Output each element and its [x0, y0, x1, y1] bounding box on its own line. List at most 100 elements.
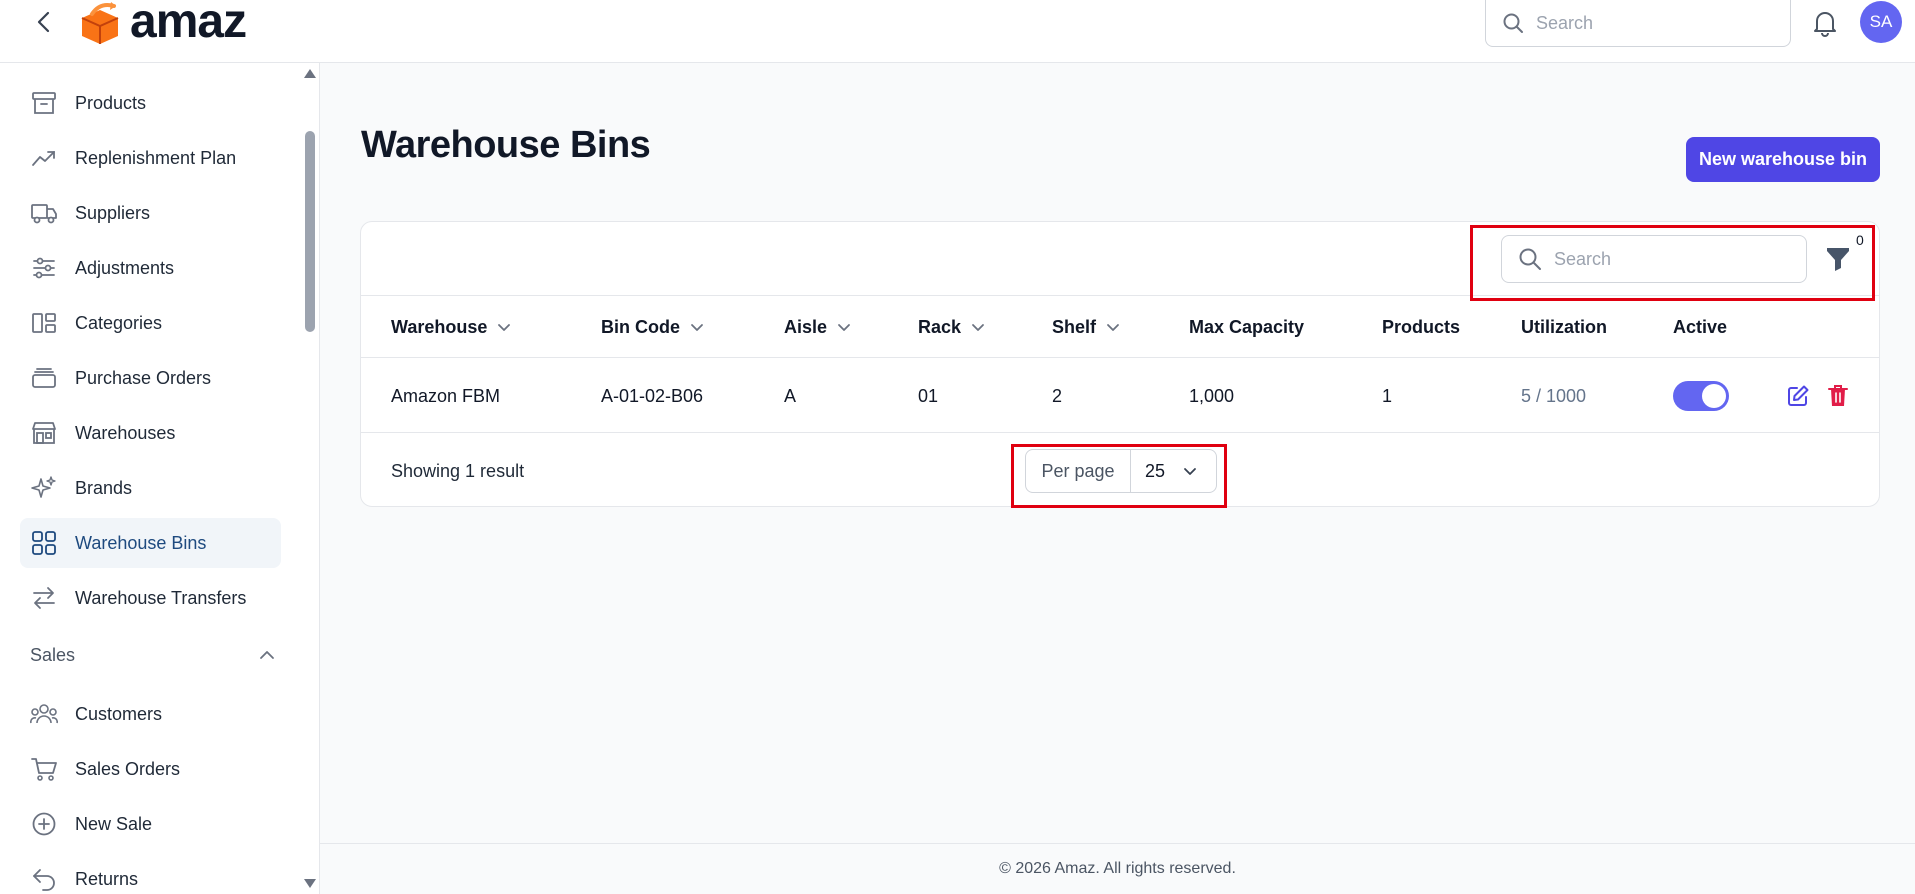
- global-search[interactable]: [1485, 0, 1791, 47]
- sidebar-item-label: Returns: [75, 868, 139, 889]
- chevron-down-icon: [498, 323, 511, 331]
- copyright-text: © 2026 Amaz. All rights reserved.: [999, 860, 1236, 877]
- sidebar-item-label: Customers: [75, 703, 163, 724]
- per-page-label: Per page: [1026, 450, 1131, 492]
- top-bar: amaz SA: [0, 0, 1915, 63]
- sidebar-item-brands[interactable]: Brands: [20, 463, 281, 513]
- column-header-bin-code[interactable]: Bin Code: [601, 296, 704, 358]
- sidebar-item-label: Adjustments: [75, 257, 175, 278]
- arrow-uturn-left-icon: [30, 865, 58, 893]
- table-row[interactable]: Amazon FBM A-01-02-B06 A 01 2 1,000 1 5 …: [361, 359, 1879, 433]
- table-footer: Showing 1 result Per page 25: [361, 434, 1879, 508]
- sidebar-item-label: Warehouse Transfers: [75, 587, 247, 608]
- notifications-button[interactable]: [1810, 8, 1840, 38]
- column-header-products: Products: [1382, 296, 1460, 358]
- per-page-select[interactable]: 25: [1131, 450, 1216, 492]
- sidebar-item-categories[interactable]: Categories: [20, 298, 281, 348]
- cell-actions: [1784, 359, 1852, 433]
- sidebar-scrollbar-thumb[interactable]: [305, 131, 315, 332]
- sidebar-item-warehouse-bins[interactable]: Warehouse Bins: [20, 518, 281, 568]
- chevron-down-icon: [972, 323, 984, 331]
- sidebar-item-products[interactable]: Products: [20, 78, 281, 128]
- search-icon: [1519, 248, 1541, 270]
- column-header-aisle[interactable]: Aisle: [784, 296, 851, 358]
- chevron-down-icon: [691, 323, 703, 331]
- cell-warehouse: Amazon FBM: [391, 385, 501, 406]
- trending-up-icon: [30, 144, 58, 172]
- sidebar-item-replenishment-plan[interactable]: Replenishment Plan: [20, 133, 281, 183]
- cell-products: 1: [1382, 385, 1393, 406]
- cell-bin-code: A-01-02-B06: [601, 385, 704, 406]
- filter-count-badge: 0: [1856, 232, 1864, 248]
- column-header-utilization: Utilization: [1521, 296, 1607, 358]
- sidebar-item-warehouse-transfers[interactable]: Warehouse Transfers: [20, 573, 281, 623]
- column-header-rack[interactable]: Rack: [918, 296, 985, 358]
- sidebar-section-sales[interactable]: Sales: [30, 640, 275, 670]
- sidebar-item-label: Replenishment Plan: [75, 147, 237, 168]
- back-button[interactable]: [30, 8, 58, 36]
- column-header-label: Aisle: [784, 316, 828, 337]
- column-header-label: Active: [1673, 316, 1728, 337]
- active-toggle[interactable]: [1673, 381, 1729, 411]
- sidebar-item-new-sale[interactable]: New Sale: [20, 799, 281, 849]
- user-avatar[interactable]: SA: [1860, 1, 1902, 43]
- logo-text: amaz: [130, 0, 247, 48]
- sidebar-item-label: Products: [75, 92, 147, 113]
- table-toolbar: 0: [361, 222, 1879, 296]
- search-icon: [1503, 13, 1523, 33]
- column-header-label: Products: [1382, 316, 1461, 337]
- warehouse-bins-table-card: 0 Warehouse Bin Code Aisle Rack Shelf Ma…: [360, 221, 1880, 507]
- sidebar-item-suppliers[interactable]: Suppliers: [20, 188, 281, 238]
- page-footer: © 2026 Amaz. All rights reserved.: [320, 843, 1915, 894]
- cell-rack: 01: [918, 385, 939, 406]
- column-header-warehouse[interactable]: Warehouse: [391, 296, 511, 358]
- cell-utilization: 5 / 1000: [1521, 385, 1587, 406]
- sidebar-item-customers[interactable]: Customers: [20, 689, 281, 739]
- global-search-input[interactable]: [1536, 12, 1766, 34]
- chevron-down-icon: [1107, 323, 1119, 331]
- filter-button[interactable]: [1823, 244, 1853, 274]
- chevron-down-icon: [1184, 467, 1196, 475]
- sidebar-item-sales-orders[interactable]: Sales Orders: [20, 744, 281, 794]
- sidebar-item-label: Brands: [75, 477, 133, 498]
- column-header-label: Warehouse: [391, 316, 488, 337]
- column-header-label: Bin Code: [601, 316, 680, 337]
- sidebar-item-warehouses[interactable]: Warehouses: [20, 408, 281, 458]
- table-search-input[interactable]: [1554, 248, 1794, 270]
- sidebar-item-returns[interactable]: Returns: [20, 854, 281, 894]
- arrows-right-left-icon: [30, 584, 58, 612]
- column-header-max-capacity: Max Capacity: [1189, 296, 1304, 358]
- cell-shelf: 2: [1052, 385, 1063, 406]
- chevron-left-icon: [37, 11, 50, 33]
- column-header-label: Rack: [918, 316, 962, 337]
- pencil-square-icon: [1788, 385, 1809, 406]
- sidebar-item-purchase-orders[interactable]: Purchase Orders: [20, 353, 281, 403]
- funnel-icon: [1827, 248, 1849, 271]
- sliders-icon: [30, 254, 58, 282]
- app-logo[interactable]: amaz: [78, 0, 247, 48]
- table-search[interactable]: [1501, 235, 1807, 283]
- building-storefront-icon: [30, 419, 58, 447]
- sidebar-item-label: Purchase Orders: [75, 367, 212, 388]
- grid-icon: [30, 529, 58, 557]
- sidebar-item-adjustments[interactable]: Adjustments: [20, 243, 281, 293]
- chevron-down-icon: [838, 323, 850, 331]
- edit-button[interactable]: [1784, 382, 1812, 410]
- scroll-up-arrow-icon[interactable]: [304, 68, 316, 78]
- sidebar-section-label: Sales: [30, 644, 76, 665]
- new-warehouse-bin-button[interactable]: New warehouse bin: [1686, 137, 1880, 182]
- per-page-value: 25: [1145, 460, 1166, 481]
- delete-button[interactable]: [1824, 382, 1852, 410]
- plus-circle-icon: [30, 810, 58, 838]
- column-header-shelf[interactable]: Shelf: [1052, 296, 1120, 358]
- sidebar-item-label: Suppliers: [75, 202, 151, 223]
- result-count: Showing 1 result: [391, 460, 525, 481]
- sparkles-icon: [30, 474, 58, 502]
- sidebar-item-label: Warehouse Bins: [75, 532, 207, 553]
- sidebar-item-label: Warehouses: [75, 422, 176, 443]
- stack-icon: [30, 364, 58, 392]
- scroll-down-arrow-icon[interactable]: [304, 879, 316, 889]
- page-title: Warehouse Bins: [361, 124, 651, 166]
- sidebar: Products Replenishment Plan Suppliers Ad…: [0, 63, 320, 894]
- per-page-control: Per page 25: [1025, 449, 1217, 493]
